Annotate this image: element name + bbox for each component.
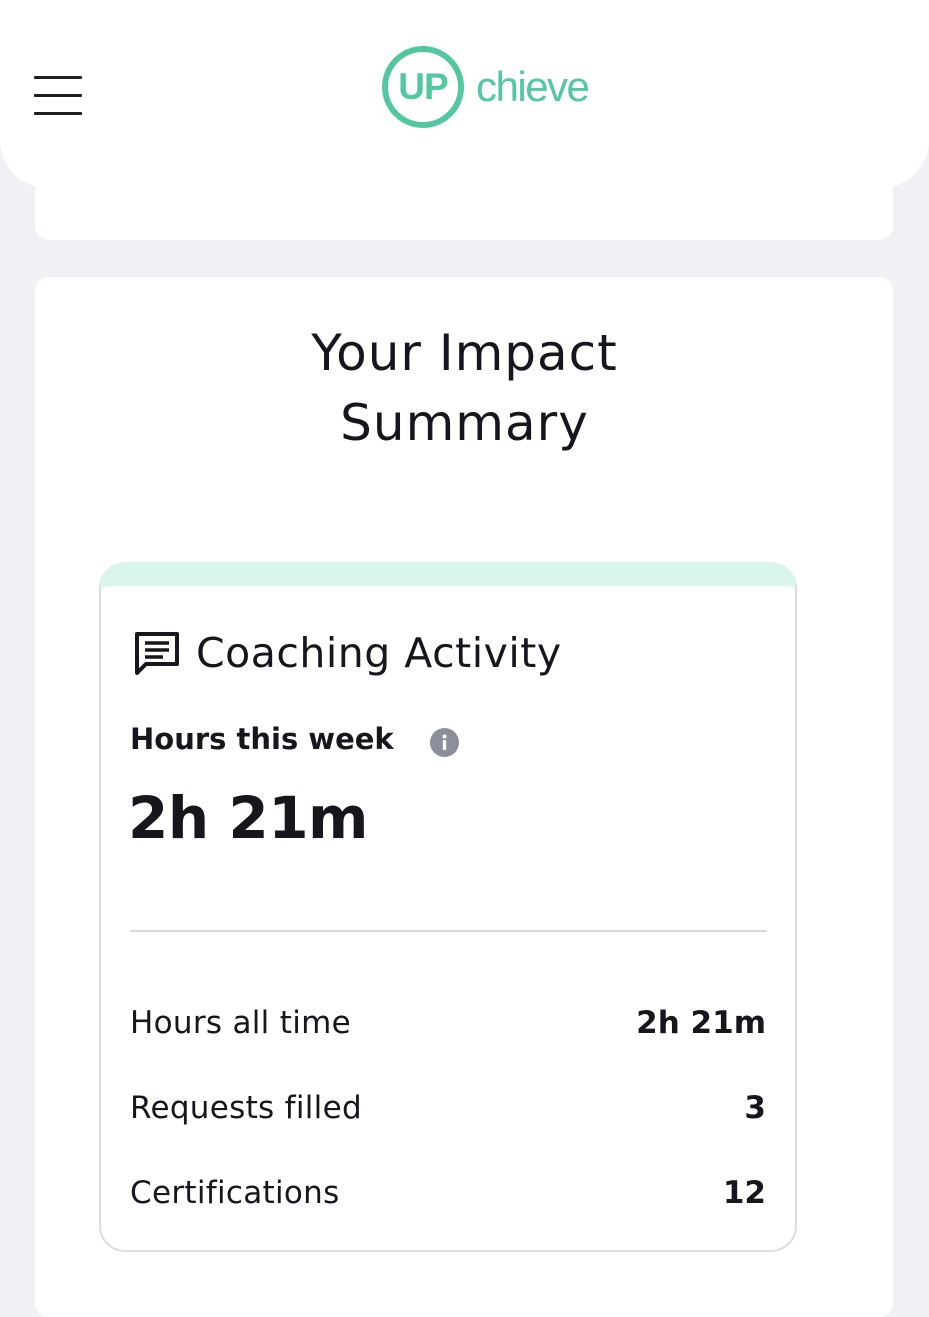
- impact-title-line-2: Summary: [340, 394, 589, 452]
- menu-bar-bottom: [34, 112, 82, 115]
- app-header: UP chieve: [0, 0, 929, 188]
- coaching-activity-heading: Coaching Activity: [196, 629, 562, 677]
- upchieve-logo[interactable]: UP chieve: [380, 44, 620, 144]
- impact-summary-title: Your Impact Summary: [0, 318, 929, 458]
- menu-bar-middle: [34, 94, 82, 97]
- requests-filled-label: Requests filled: [130, 1090, 362, 1126]
- hours-this-week-label: Hours this week: [130, 722, 394, 756]
- logo-mark: UP: [398, 66, 448, 107]
- info-icon[interactable]: [430, 728, 459, 757]
- hours-this-week-value: 2h 21m: [128, 784, 369, 852]
- impact-title-line-1: Your Impact: [311, 324, 618, 382]
- chat-message-icon: [135, 632, 179, 675]
- hamburger-menu-icon[interactable]: [34, 74, 84, 118]
- certifications-value: 12: [722, 1175, 766, 1211]
- hours-all-time-label: Hours all time: [130, 1005, 351, 1041]
- menu-bar-top: [34, 76, 82, 79]
- requests-filled-value: 3: [744, 1090, 766, 1126]
- logo-wordmark: chieve: [476, 63, 590, 110]
- certifications-label: Certifications: [130, 1175, 340, 1211]
- hours-all-time-value: 2h 21m: [636, 1005, 766, 1041]
- section-divider: [130, 930, 767, 932]
